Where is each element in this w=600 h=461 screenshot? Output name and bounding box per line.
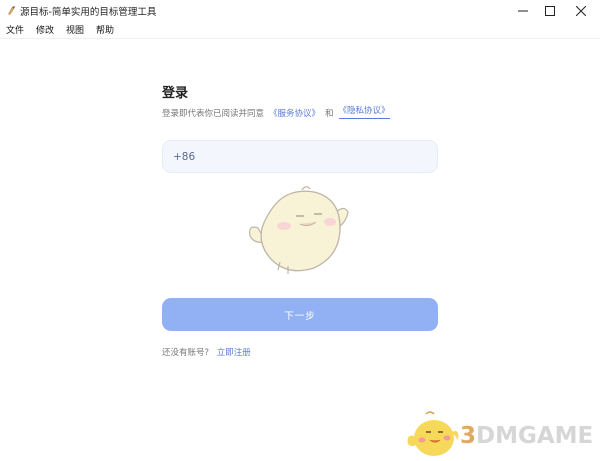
agreement-prefix: 登录即代表你已阅读并同意 xyxy=(162,109,265,119)
country-code[interactable]: +86 xyxy=(173,151,195,163)
menu-edit[interactable]: 修改 xyxy=(35,22,55,37)
close-button[interactable] xyxy=(562,0,600,21)
next-button-label: 下一步 xyxy=(284,310,316,322)
minimize-icon xyxy=(518,10,528,11)
maximize-icon xyxy=(545,5,555,16)
no-account-text: 还没有账号? xyxy=(162,348,210,358)
mascot-illustration xyxy=(249,186,349,274)
watermark-text: 3DMGAME xyxy=(460,423,594,449)
app-logo-icon xyxy=(8,6,15,15)
close-icon xyxy=(576,5,586,16)
window-title: 源目标-简单实用的目标管理工具 xyxy=(20,7,157,18)
agreement-and: 和 xyxy=(325,109,334,119)
menu-file[interactable]: 文件 xyxy=(5,22,25,37)
watermark-mascot-icon xyxy=(407,411,459,456)
login-title: 登录 xyxy=(162,86,189,101)
phone-input[interactable]: +86 xyxy=(162,140,438,173)
privacy-link[interactable]: 《隐私协议》 xyxy=(338,104,390,119)
menu-bar: 文件 修改 视图 帮助 xyxy=(0,21,600,39)
menu-help[interactable]: 帮助 xyxy=(95,22,115,37)
agreement-text: 登录即代表你已阅读并同意 《服务协议》 和 《隐私协议》 xyxy=(162,104,390,119)
next-button[interactable]: 下一步 xyxy=(162,298,438,331)
menu-view[interactable]: 视图 xyxy=(65,22,85,37)
title-bar: 源目标-简单实用的目标管理工具 xyxy=(0,0,600,21)
register-row: 还没有账号? 立即注册 xyxy=(162,346,251,358)
register-link[interactable]: 立即注册 xyxy=(217,348,251,358)
terms-link[interactable]: 《服务协议》 xyxy=(269,107,320,119)
